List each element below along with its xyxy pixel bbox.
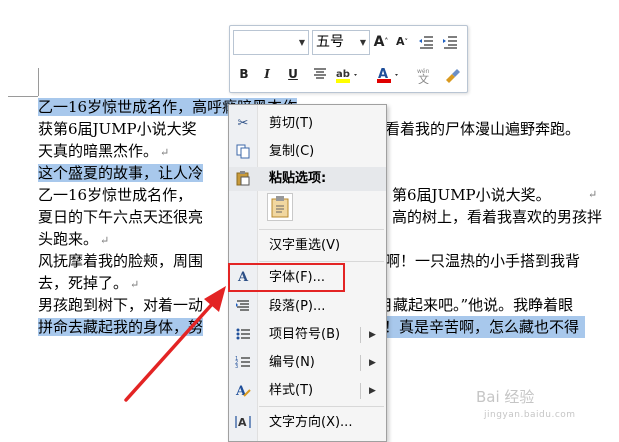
annotation-arrow xyxy=(124,286,226,402)
watermark-logo: Bai 经验 jingyan.baidu.com xyxy=(476,388,576,420)
